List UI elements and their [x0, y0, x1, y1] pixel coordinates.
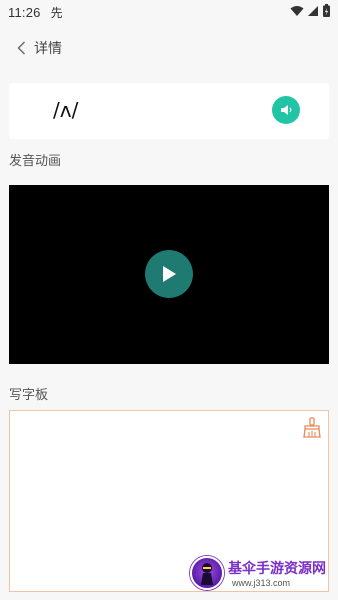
play-sound-button[interactable] [272, 96, 300, 124]
status-bar: 11:26 先 [0, 0, 338, 24]
status-time: 11:26 [8, 4, 41, 20]
play-button[interactable] [145, 250, 193, 298]
watermark-title: 基伞手游资源网 [228, 561, 326, 577]
wifi-icon [290, 5, 304, 16]
play-icon [163, 266, 176, 282]
header: 详情 [0, 30, 338, 66]
battery-icon [323, 4, 330, 17]
phonetic-card: /ʌ/ [9, 83, 329, 139]
app-notification-icon: 先 [50, 5, 63, 20]
speaker-icon [281, 105, 292, 115]
phonetic-symbol: /ʌ/ [53, 98, 79, 122]
pronunciation-video[interactable] [9, 185, 329, 364]
animation-section-label: 发音动画 [9, 154, 62, 169]
chevron-left-icon[interactable] [14, 40, 30, 56]
broom-icon[interactable] [302, 417, 322, 439]
status-icons [290, 4, 330, 17]
writing-section-label: 写字板 [9, 388, 49, 403]
watermark-url: www.j313.com [232, 578, 291, 588]
page-title: 详情 [34, 41, 62, 57]
signal-icon [308, 5, 318, 16]
ninja-logo-icon [190, 556, 224, 590]
site-watermark: 基伞手游资源网 www.j313.com [188, 554, 338, 596]
